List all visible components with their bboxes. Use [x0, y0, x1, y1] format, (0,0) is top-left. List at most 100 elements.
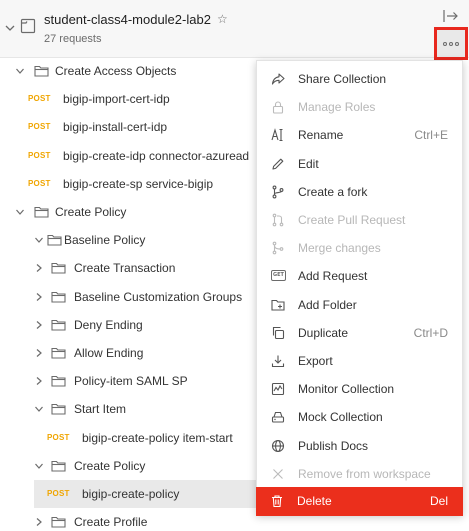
tree-folder-label: Baseline Customization Groups	[74, 289, 243, 304]
tree-request-label: bigip-create-sp service-bigip	[63, 176, 214, 191]
menu-item-shortcut: Del	[429, 494, 448, 508]
collection-header[interactable]: student-class4-module2-lab2 ☆ 27 request…	[0, 0, 469, 60]
menu-item-shortcut: Ctrl+D	[413, 325, 448, 340]
menu-item-merge-changes[interactable]: Merge changes	[257, 234, 462, 262]
folder-icon	[51, 376, 66, 387]
tree-folder-label: Deny Ending	[74, 317, 143, 332]
folder-icon	[34, 65, 49, 77]
chevron-right-icon[interactable]	[34, 263, 44, 273]
http-method-badge: POST	[28, 150, 51, 160]
collapse-sidebar-icon[interactable]	[441, 8, 461, 24]
pull-request-icon	[272, 213, 284, 227]
chevron-right-icon[interactable]	[34, 517, 44, 527]
menu-item-label: Remove from workspace	[298, 466, 431, 481]
chevron-down-icon[interactable]	[4, 22, 16, 34]
menu-item-duplicate[interactable]: Duplicate Ctrl+D	[257, 319, 462, 347]
menu-item-mock-collection[interactable]: Mock Collection	[257, 403, 462, 431]
folder-icon	[51, 347, 66, 359]
menu-item-label: Add Request	[298, 269, 368, 284]
mock-server-icon	[271, 412, 285, 423]
close-icon	[273, 468, 283, 479]
folder-icon	[51, 517, 66, 528]
menu-item-create-a-fork[interactable]: Create a fork	[257, 178, 462, 206]
menu-item-label: Share Collection	[298, 72, 387, 86]
fork-icon	[272, 185, 284, 199]
chevron-right-icon[interactable]	[34, 376, 44, 386]
folder-icon	[47, 235, 62, 246]
menu-item-rename[interactable]: Rename Ctrl+E	[257, 121, 462, 149]
folder-icon	[51, 319, 66, 331]
menu-item-shortcut: Ctrl+E	[414, 128, 448, 143]
menu-item-remove-from-workspace[interactable]: Remove from workspace	[257, 460, 462, 488]
menu-item-add-folder[interactable]: Add Folder	[257, 291, 462, 319]
menu-item-monitor-collection[interactable]: Monitor Collection	[257, 375, 462, 403]
globe-icon	[271, 439, 285, 452]
tree-folder-label: Start Item	[74, 402, 127, 417]
folder-icon	[34, 206, 49, 218]
menu-item-label: Merge changes	[298, 241, 381, 256]
folder-icon	[51, 263, 66, 274]
menu-item-label: Rename	[298, 128, 344, 143]
menu-item-label: Add Folder	[298, 297, 357, 312]
chevron-down-icon[interactable]	[15, 66, 25, 76]
chevron-down-icon[interactable]	[15, 207, 25, 217]
tree-folder-label: Allow Ending	[74, 346, 144, 360]
tree-request-label: bigip-create-idp connector-azuread	[63, 148, 250, 163]
collection-name: student-class4-module2-lab2	[44, 12, 211, 27]
chevron-right-icon[interactable]	[34, 320, 44, 330]
more-actions-button[interactable]	[434, 27, 468, 60]
menu-item-label: Export	[298, 354, 333, 368]
menu-item-delete[interactable]: Delete Del	[256, 487, 463, 516]
menu-item-share-collection[interactable]: Share Collection	[257, 65, 462, 93]
http-method-badge: POST	[28, 122, 51, 132]
menu-item-label: Create Pull Request	[298, 213, 406, 227]
request-count: 27 requests	[44, 33, 102, 45]
menu-item-label: Manage Roles	[298, 100, 376, 115]
tree-folder-label: Baseline Policy	[64, 233, 146, 248]
star-icon[interactable]: ☆	[217, 12, 228, 26]
chevron-down-icon[interactable]	[34, 404, 44, 414]
http-method-badge: POST	[47, 489, 70, 498]
export-icon	[271, 355, 285, 368]
menu-item-label: Mock Collection	[298, 410, 383, 425]
tree-request-label: bigip-create-policy item-start	[82, 430, 233, 445]
tree-request-label: bigip-install-cert-idp	[63, 120, 168, 135]
duplicate-icon	[272, 326, 285, 339]
share-icon	[271, 73, 285, 85]
menu-item-publish-docs[interactable]: Publish Docs	[257, 432, 462, 460]
menu-item-manage-roles[interactable]: Manage Roles	[257, 93, 462, 121]
chevron-down-icon[interactable]	[34, 235, 44, 245]
tree-folder-label: Create Transaction	[74, 261, 176, 276]
rename-icon	[271, 128, 283, 142]
tree-folder-label: Create Profile	[74, 515, 148, 530]
chevron-right-icon[interactable]	[34, 348, 44, 358]
tree-request-row[interactable]: POST bigip-create-policy	[34, 480, 256, 508]
tree-folder-label: Create Policy	[55, 205, 127, 219]
http-method-badge: POST	[28, 94, 51, 104]
menu-item-label: Delete	[297, 494, 332, 508]
menu-item-create-pull-request[interactable]: Create Pull Request	[257, 206, 462, 234]
folder-icon	[51, 404, 66, 415]
pencil-icon	[272, 158, 284, 170]
chevron-right-icon[interactable]	[34, 292, 44, 302]
folder-icon	[51, 460, 66, 472]
add-folder-icon	[271, 299, 285, 311]
menu-item-edit[interactable]: Edit	[257, 150, 462, 178]
menu-item-add-request[interactable]: GET Add Request	[257, 262, 462, 290]
lock-icon	[272, 101, 284, 114]
collection-context-menu: Share Collection Manage Roles Rename Ctrl+E…	[256, 60, 463, 516]
tree-folder-label: Create Policy	[74, 458, 146, 473]
http-method-badge: POST	[47, 432, 70, 442]
trash-icon	[272, 495, 282, 508]
folder-icon	[51, 291, 66, 303]
chevron-down-icon[interactable]	[34, 461, 44, 471]
menu-item-export[interactable]: Export	[257, 347, 462, 375]
collection-icon	[20, 18, 36, 34]
tree-request-label: bigip-import-cert-idp	[63, 92, 170, 107]
merge-icon	[272, 241, 284, 255]
menu-item-label: Edit	[298, 156, 319, 171]
menu-item-label: Duplicate	[298, 325, 349, 340]
tree-folder-label: Create Access Objects	[55, 64, 177, 78]
tree-folder-label: Policy-item SAML SP	[74, 374, 188, 389]
tree-request-label: bigip-create-policy	[82, 487, 180, 501]
